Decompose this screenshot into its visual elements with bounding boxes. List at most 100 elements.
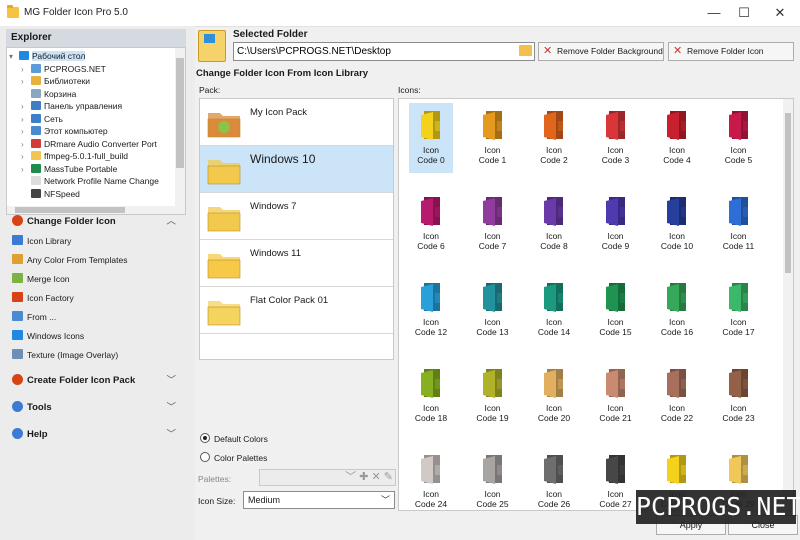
tree-scroll-thumb[interactable] <box>176 58 184 168</box>
icon-code-cell[interactable]: Icon Code 14 <box>532 275 576 345</box>
tree-item[interactable]: ▾ Рабочий стол <box>9 50 86 63</box>
icon-code-cell[interactable]: Icon Code 5 <box>717 103 761 173</box>
tools-section[interactable]: Tools ﹀ <box>12 400 182 416</box>
expand-chevron-icon[interactable]: › <box>21 126 31 138</box>
pack-item[interactable]: Windows 11 <box>200 240 393 287</box>
folder-icon <box>544 283 563 312</box>
tree-item[interactable]: › Сеть <box>21 113 63 125</box>
nav-item[interactable]: Any Color From Templates <box>12 252 182 268</box>
icon-label-line1: Icon <box>668 145 686 155</box>
browse-folder-icon[interactable] <box>519 45 532 56</box>
icon-code-cell[interactable]: Icon Code 18 <box>409 361 453 431</box>
icon-code-cell[interactable]: Icon Code 3 <box>594 103 638 173</box>
nav-item[interactable]: Texture (Image Overlay) <box>12 347 182 363</box>
library-title: Change Folder Icon From Icon Library <box>196 68 369 79</box>
pack-folder-icon <box>207 160 241 185</box>
remove-folder-background-button[interactable]: ✕ Remove Folder Background <box>538 42 664 61</box>
tree-item[interactable]: › ffmpeg-5.0.1-full_build <box>21 150 128 162</box>
radio-unselected-icon[interactable] <box>200 452 210 462</box>
default-colors-radio[interactable]: Default Colors <box>200 432 268 446</box>
icons-vertical-scrollbar[interactable] <box>783 99 793 510</box>
expand-chevron-icon[interactable]: › <box>21 101 31 113</box>
pack-list[interactable]: My Icon Pack Windows 10 Windows 7 Windows 1… <box>199 98 394 360</box>
folder-path-input[interactable] <box>233 42 535 61</box>
nav-item[interactable]: From ... <box>12 309 182 325</box>
radio-selected-icon[interactable] <box>200 433 210 443</box>
icon-code-cell[interactable]: Icon Code 20 <box>532 361 576 431</box>
color-palettes-radio[interactable]: Color Palettes <box>200 451 267 465</box>
icon-size-select[interactable]: Medium ﹀ <box>243 491 395 509</box>
expand-chevron-icon[interactable]: ﹀ <box>166 427 176 443</box>
icon-code-cell[interactable]: Icon Code 16 <box>655 275 699 345</box>
icon-code-cell[interactable]: Icon Code 27 <box>594 447 638 510</box>
expand-chevron-icon[interactable]: › <box>21 76 31 88</box>
expand-chevron-icon[interactable]: › <box>21 139 31 151</box>
tree-horizontal-scrollbar[interactable] <box>7 206 175 214</box>
icons-scroll-thumb[interactable] <box>785 113 791 273</box>
expand-chevron-icon[interactable]: ﹀ <box>166 400 176 416</box>
nav-item[interactable]: Icon Factory <box>12 290 182 306</box>
expand-chevron-icon[interactable]: › <box>21 114 31 126</box>
palettes-select: ﹀ ✚ ✕ ✎ <box>259 469 396 486</box>
icon-code-cell[interactable]: Icon Code 25 <box>471 447 515 510</box>
icon-code-cell[interactable]: Icon Code 21 <box>594 361 638 431</box>
icon-code-cell[interactable]: Icon Code 2 <box>532 103 576 173</box>
icon-code-cell[interactable]: Icon Code 4 <box>655 103 699 173</box>
icon-code-cell[interactable]: Icon Code 17 <box>717 275 761 345</box>
minimize-button[interactable]: — <box>697 0 731 26</box>
tree-item[interactable]: Network Profile Name Change <box>21 175 159 187</box>
icon-code-cell[interactable]: Icon Code 13 <box>471 275 515 345</box>
icon-code-cell[interactable]: Icon Code 8 <box>532 189 576 259</box>
tree-item[interactable]: › PCPROGS.NET <box>21 63 106 75</box>
icon-label-line1: Icon <box>730 317 747 327</box>
icon-code-cell[interactable]: Icon Code 19 <box>471 361 515 431</box>
icon-code-cell[interactable]: Icon Code 9 <box>594 189 638 259</box>
collapse-chevron-icon[interactable]: ︿ <box>166 214 176 230</box>
icon-code-cell[interactable]: Icon Code 0 <box>409 103 453 173</box>
tree-hscroll-thumb[interactable] <box>15 207 125 213</box>
tree-item[interactable]: › DRmare Audio Converter Port <box>21 138 157 150</box>
icon-code-cell[interactable]: Icon Code 23 <box>717 361 761 431</box>
nav-item[interactable]: Merge Icon <box>12 271 182 287</box>
icons-grid[interactable]: Icon Code 0 Icon Code 1 Icon Code 2 Icon Code 3… <box>398 98 794 511</box>
tree-item[interactable]: › MassTube Portable <box>21 163 117 175</box>
icon-code-cell[interactable]: Icon Code 12 <box>409 275 453 345</box>
maximize-button[interactable]: ☐ <box>727 0 761 26</box>
palettes-label: Palettes: <box>198 474 232 484</box>
tree-item[interactable]: › Библиотеки <box>21 75 90 87</box>
close-window-button[interactable]: ✕ <box>763 0 797 26</box>
tree-item[interactable]: Корзина <box>21 88 76 100</box>
nav-item[interactable]: Icon Library <box>12 233 182 249</box>
tree-item[interactable]: › Этот компьютер <box>21 125 108 137</box>
pack-item[interactable]: My Icon Pack <box>200 99 393 146</box>
icon-code-cell[interactable]: Icon Code 1 <box>471 103 515 173</box>
icon-code-cell[interactable]: Icon Code 7 <box>471 189 515 259</box>
nav-item[interactable]: Windows Icons <box>12 328 182 344</box>
create-pack-section[interactable]: Create Folder Icon Pack ﹀ <box>12 373 182 389</box>
expand-chevron-icon[interactable]: ﹀ <box>166 373 176 389</box>
expand-chevron-icon[interactable]: › <box>21 64 31 76</box>
tree-item[interactable]: › Панель управления <box>21 100 122 112</box>
icon-code-cell[interactable]: Icon Code 15 <box>594 275 638 345</box>
nav-item-label: Merge Icon <box>27 274 70 284</box>
remove-folder-icon-button[interactable]: ✕ Remove Folder Icon <box>668 42 794 61</box>
expand-chevron-icon[interactable]: › <box>21 164 31 176</box>
icon-code-cell[interactable]: Icon Code 10 <box>655 189 699 259</box>
tree-vertical-scrollbar[interactable] <box>175 48 185 214</box>
pack-item[interactable]: Windows 10 <box>200 146 393 193</box>
icon-code-cell[interactable]: Icon Code 11 <box>717 189 761 259</box>
icon-code-cell[interactable]: Icon Code 26 <box>532 447 576 510</box>
pack-item[interactable]: Flat Color Pack 01 <box>200 287 393 334</box>
explorer-tree[interactable]: ▾ Рабочий стол › PCPROGS.NET › Библиотеки Корз… <box>6 47 186 215</box>
icon-code-label: Code 10 <box>660 241 694 251</box>
tree-item-label: Библиотеки <box>44 76 91 86</box>
tree-item[interactable]: NFSpeed <box>21 188 80 200</box>
icon-code-cell[interactable]: Icon Code 6 <box>409 189 453 259</box>
expand-chevron-icon[interactable]: ▾ <box>9 51 19 63</box>
icon-code-cell[interactable]: Icon Code 24 <box>409 447 453 510</box>
help-section[interactable]: Help ﹀ <box>12 427 182 443</box>
change-folder-icon-section[interactable]: Change Folder Icon ︿ <box>12 214 182 230</box>
expand-chevron-icon[interactable]: › <box>21 151 31 163</box>
icon-code-cell[interactable]: Icon Code 22 <box>655 361 699 431</box>
pack-item[interactable]: Windows 7 <box>200 193 393 240</box>
